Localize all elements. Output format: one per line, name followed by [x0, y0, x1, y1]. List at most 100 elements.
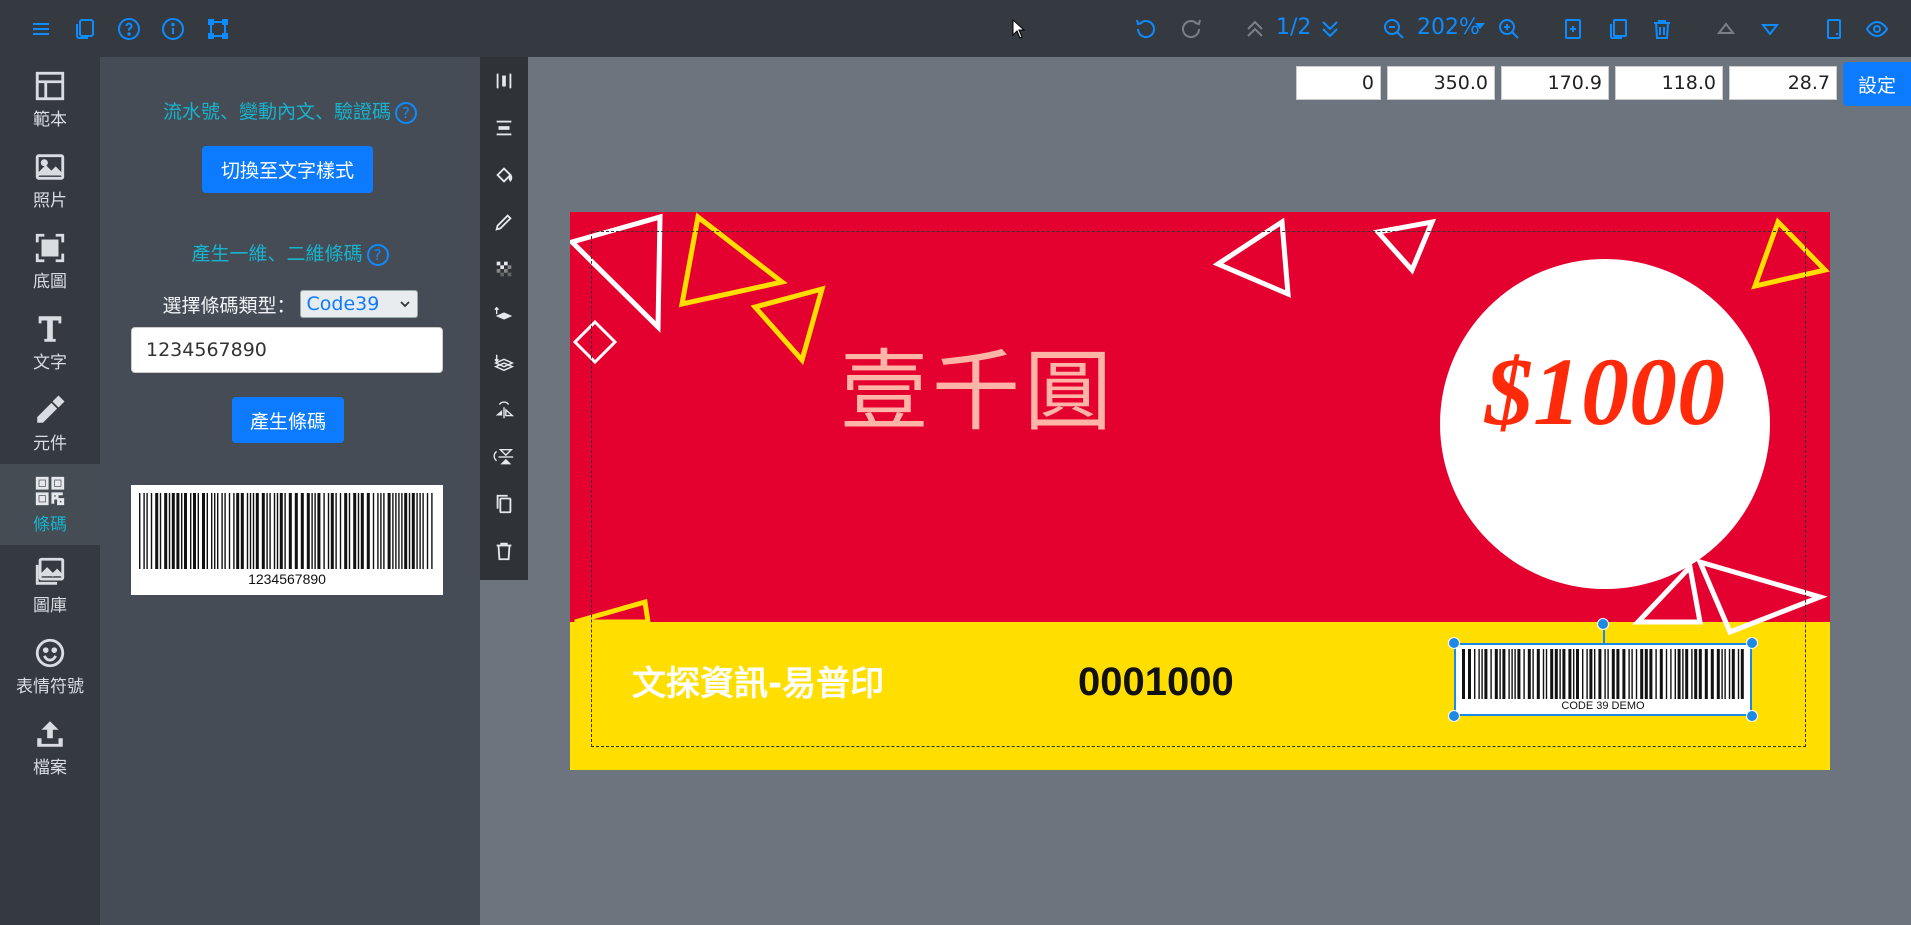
barcode-bar — [1728, 649, 1731, 699]
sidebar-item-gallery[interactable]: 圖庫 — [0, 545, 100, 626]
design-canvas[interactable]: $1000 壹千圓 文探資訊-易普印 0001000 CODE 39 DEMO — [570, 212, 1830, 770]
barcode-bar — [294, 493, 298, 569]
sidebar-item-background[interactable]: 底圖 — [0, 221, 100, 302]
barcode-bar — [353, 493, 357, 569]
redo-icon[interactable] — [1176, 14, 1206, 44]
align-center-horizontal-icon[interactable] — [480, 61, 528, 101]
barcode-bar — [1631, 649, 1633, 699]
zoom-level[interactable]: 202% — [1417, 13, 1480, 43]
resize-handle-top-right[interactable] — [1746, 637, 1758, 649]
sidebar-item-component[interactable]: 元件 — [0, 383, 100, 464]
switch-text-style-button[interactable]: 切換至文字樣式 — [202, 146, 373, 193]
barcode-bar — [266, 493, 268, 569]
coord-input-y[interactable]: 170.9 — [1501, 66, 1609, 100]
zoom-out-icon[interactable] — [1379, 14, 1409, 44]
barcode-bar — [246, 493, 249, 569]
crop-icon[interactable] — [203, 14, 233, 44]
stroke-pencil-icon[interactable] — [480, 202, 528, 242]
barcode-bar — [1659, 649, 1663, 699]
barcode-type-select[interactable]: Code39 — [299, 290, 418, 318]
barcode-bar — [184, 493, 187, 569]
page-down-icon[interactable] — [1315, 14, 1345, 44]
barcode-bar — [416, 493, 418, 569]
sidebar-item-file[interactable]: 檔案 — [0, 707, 100, 788]
page-orientation-icon[interactable] — [1819, 14, 1849, 44]
coord-input-height[interactable]: 28.7 — [1729, 66, 1837, 100]
sidebar-item-photo[interactable]: 照片 — [0, 140, 100, 221]
barcode-bar — [1628, 649, 1630, 699]
copy-icon[interactable] — [480, 484, 528, 524]
barcode-bar — [1682, 649, 1684, 699]
barcode-bar — [202, 493, 205, 569]
sidebar-item-label: 條碼 — [33, 515, 67, 535]
resize-handle-top-left[interactable] — [1448, 637, 1460, 649]
send-backward-icon[interactable] — [480, 343, 528, 383]
rotate-handle[interactable] — [1597, 618, 1609, 630]
align-center-vertical-icon[interactable] — [480, 108, 528, 148]
barcode-bar — [300, 493, 304, 569]
barcode-bar — [1640, 649, 1644, 699]
sidebar-item-label: 檔案 — [33, 758, 67, 778]
delete-page-icon[interactable] — [1647, 14, 1677, 44]
barcode-bar — [1542, 649, 1545, 699]
barcode-value-input[interactable]: 1234567890 — [131, 327, 443, 373]
transparency-icon[interactable] — [480, 249, 528, 289]
set-coordinates-button[interactable]: 設定 — [1843, 62, 1911, 106]
add-page-icon[interactable] — [1558, 14, 1588, 44]
coord-input-rotation[interactable]: 0 — [1296, 66, 1381, 100]
coord-input-width[interactable]: 118.0 — [1615, 66, 1723, 100]
resize-handle-bottom-right[interactable] — [1746, 710, 1758, 722]
resize-handle-bottom-left[interactable] — [1448, 710, 1460, 722]
delete-icon[interactable] — [480, 531, 528, 571]
info-icon[interactable] — [158, 14, 188, 44]
barcode-bar — [419, 493, 421, 569]
fill-color-icon[interactable] — [480, 155, 528, 195]
barcode-bar — [348, 493, 351, 569]
barcode-bar — [335, 493, 337, 569]
sidebar-item-barcode[interactable]: 條碼 — [0, 464, 100, 545]
barcode-bar — [1604, 649, 1606, 699]
help-icon[interactable]: ? — [366, 243, 389, 266]
move-up-icon[interactable] — [1711, 14, 1741, 44]
barcode-bar — [1644, 649, 1648, 699]
sidebar-item-text[interactable]: 文字 — [0, 302, 100, 383]
flip-horizontal-icon[interactable] — [480, 390, 528, 430]
background-icon — [35, 233, 65, 263]
page-indicator: 1/2 — [1276, 15, 1312, 40]
flip-vertical-icon[interactable] — [480, 437, 528, 477]
undo-icon[interactable] — [1131, 14, 1161, 44]
selected-barcode-element[interactable]: CODE 39 DEMO — [1454, 643, 1752, 716]
barcode-bar — [1484, 649, 1488, 699]
move-down-icon[interactable] — [1755, 14, 1785, 44]
duplicate-page-icon[interactable] — [1603, 14, 1633, 44]
barcode-bar — [1517, 649, 1521, 699]
sidebar-item-emoji[interactable]: 表情符號 — [0, 626, 100, 707]
component-icon — [37, 395, 65, 423]
barcode-bar — [339, 493, 342, 569]
sidebar-item-label: 底圖 — [33, 272, 67, 292]
coord-input-x[interactable]: 350.0 — [1387, 66, 1495, 100]
barcode-bar — [366, 493, 370, 569]
preview-icon[interactable] — [1862, 14, 1892, 44]
barcode-bar — [1568, 649, 1572, 699]
zoom-dropdown-icon[interactable] — [1475, 23, 1485, 29]
sidebar-item-template[interactable]: 範本 — [0, 59, 100, 140]
help-icon[interactable]: ? — [395, 101, 417, 124]
barcode-bar — [1616, 649, 1620, 699]
barcode-bar — [1586, 649, 1588, 699]
zoom-in-icon[interactable] — [1494, 14, 1524, 44]
barcode-bar — [1721, 649, 1723, 699]
barcode-caption: CODE 39 DEMO — [1561, 700, 1645, 712]
barcode-bar — [1694, 649, 1698, 699]
barcode-bar — [360, 493, 364, 569]
menu-icon[interactable] — [26, 14, 56, 44]
barcode-bar — [1737, 649, 1740, 699]
pages-icon[interactable] — [70, 14, 100, 44]
help-icon[interactable] — [114, 14, 144, 44]
bring-forward-icon[interactable] — [480, 296, 528, 336]
barcode-bar — [311, 493, 313, 569]
barcode-bar — [387, 493, 391, 569]
barcode-bar — [1490, 649, 1492, 699]
page-up-icon[interactable] — [1240, 14, 1270, 44]
generate-barcode-button[interactable]: 產生條碼 — [232, 397, 344, 443]
